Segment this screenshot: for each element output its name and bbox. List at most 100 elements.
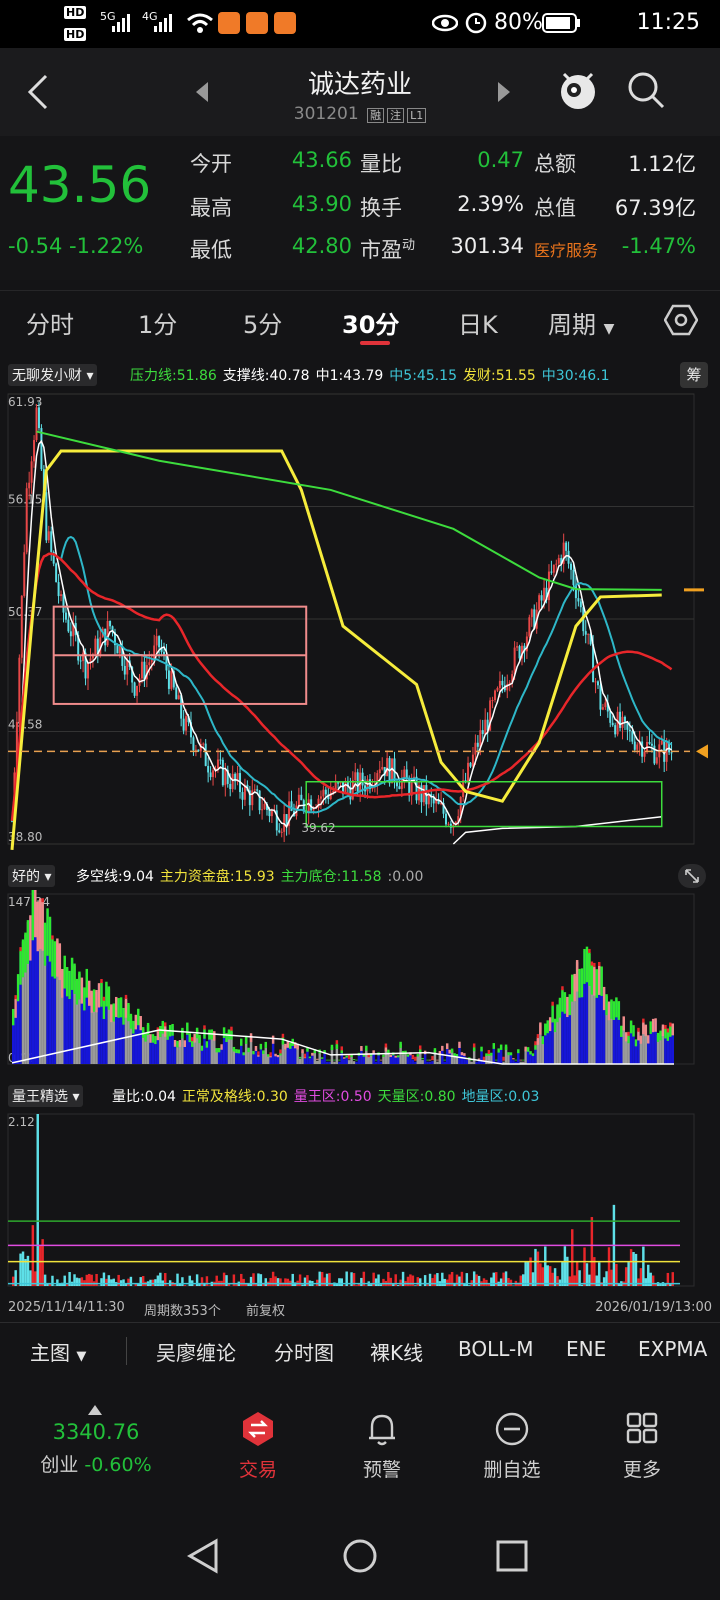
fund-bar-top	[463, 1053, 466, 1056]
settings-hexagon-icon[interactable]	[663, 303, 699, 341]
index-change: -0.60%	[84, 1454, 152, 1476]
volume-bar	[107, 1275, 111, 1286]
volume-bar	[276, 1278, 280, 1286]
candle-body	[300, 794, 303, 801]
fund-bar-top	[343, 1057, 346, 1059]
mascot-icon[interactable]	[556, 68, 600, 116]
fund-bar-cap	[597, 961, 601, 966]
fund-bar-top	[48, 916, 52, 962]
fund-bar-top	[497, 1048, 500, 1053]
expand-icon[interactable]	[678, 864, 706, 888]
nav-home-icon[interactable]	[342, 1538, 378, 1578]
tab-30min[interactable]: 30分	[342, 305, 399, 340]
tab-5min[interactable]: 5分	[243, 305, 282, 340]
next-stock-icon[interactable]	[496, 82, 510, 106]
fund-bar-top	[65, 967, 69, 997]
fund-bar-top	[12, 1008, 15, 1026]
fund-bar-base	[279, 1054, 282, 1064]
toolbar-item-expma[interactable]: EXPMA	[638, 1337, 707, 1361]
tab-1min[interactable]: 1分	[138, 305, 177, 340]
tab-daily-k[interactable]: 日K	[458, 305, 498, 340]
fund-bar-top	[656, 1032, 660, 1042]
fund-bar-base	[507, 1054, 510, 1064]
indicator-value: 天量区:0.80	[377, 1089, 456, 1105]
toolbar-item-boll[interactable]: BOLL-M	[458, 1337, 534, 1361]
index-value[interactable]: 3340.76	[36, 1420, 156, 1444]
fund-bar-cap	[100, 978, 103, 983]
indicator-value: 主力资金盘:15.93	[159, 869, 275, 885]
fund-bar-base	[382, 1056, 385, 1064]
toolbar-item-chanlun[interactable]: 吴廖缠论	[156, 1337, 236, 1366]
fund-bar-cap	[536, 1034, 540, 1039]
fund-bar-top	[237, 1049, 241, 1054]
candle-body	[361, 772, 364, 786]
candle-body	[212, 770, 215, 778]
nav-back-icon[interactable]	[186, 1538, 220, 1578]
fund-bar-top	[171, 1023, 174, 1036]
fund-bar-top	[551, 1004, 554, 1023]
fund-bar-top	[597, 964, 601, 995]
nav-more[interactable]: 更多	[582, 1410, 702, 1482]
candle-body	[650, 743, 653, 746]
nav-recents-icon[interactable]	[496, 1540, 528, 1576]
volume-bar	[458, 1276, 461, 1286]
fund-bar-base	[411, 1059, 415, 1064]
tab-period[interactable]: 周期 ▼	[548, 305, 614, 340]
fund-bar-top	[571, 974, 574, 1002]
nav-trade[interactable]: 交易	[198, 1410, 318, 1482]
candle-body	[221, 759, 224, 786]
sub2-volume-chart[interactable]: 2.12	[0, 1110, 720, 1296]
sub2-indicator-select[interactable]: 量王精选 ▾	[8, 1085, 84, 1107]
fund-bar-top	[92, 989, 96, 1012]
main-price-chart[interactable]: 61.9356.1550.3744.5838.8039.62	[0, 388, 720, 850]
index-summary[interactable]: 创业 -0.60%	[30, 1450, 162, 1477]
fund-bar-top	[531, 1053, 535, 1057]
fund-bar-top	[186, 1022, 189, 1035]
fund-bar-top	[75, 978, 79, 1005]
candle-body	[660, 740, 663, 745]
toolbar-item-naked-k[interactable]: 裸K线	[370, 1337, 423, 1366]
system-nav-bar	[0, 1520, 720, 1600]
quote-panel: 43.56 -0.54 -1.22% 今开 43.66 量比 0.47 总额 1.12亿最…	[0, 136, 720, 280]
tab-timeshare[interactable]: 分时	[26, 305, 74, 340]
fund-bar-cap	[384, 1043, 388, 1048]
fund-bar-top	[289, 1042, 292, 1049]
volume-bar	[338, 1278, 341, 1286]
fund-bar-top	[664, 1027, 667, 1039]
fund-bar-top	[365, 1045, 368, 1051]
nav-remove-watchlist[interactable]: 删自选	[452, 1410, 572, 1482]
main-chart-menu[interactable]: 主图 ▼	[30, 1337, 86, 1366]
tag-note: 注	[387, 108, 405, 123]
nav-alert[interactable]: 预警	[322, 1410, 442, 1482]
toolbar-item-ene[interactable]: ENE	[566, 1337, 606, 1361]
chevron-up-icon[interactable]	[88, 1400, 102, 1419]
main-indicator-select[interactable]: 无聊发小财 ▾	[8, 364, 98, 386]
chip-button[interactable]: 筹	[680, 362, 708, 388]
fund-bar-top	[637, 1030, 640, 1041]
fund-bar-top	[593, 965, 596, 996]
candle-body	[491, 700, 494, 702]
fund-bar-base	[328, 1061, 331, 1064]
toolbar-item-timeshare[interactable]: 分时图	[274, 1337, 334, 1366]
volume-bar	[445, 1279, 449, 1286]
volume-bar	[279, 1278, 282, 1286]
fund-bar-base	[379, 1061, 383, 1064]
fund-bar-top	[205, 1041, 209, 1048]
indicator-value: 压力线:51.86	[130, 368, 217, 384]
fund-bar-top	[485, 1053, 488, 1057]
fund-bar-top	[249, 1033, 253, 1043]
indicator-value: 量王区:0.50	[293, 1089, 372, 1105]
sub1-indicator-select[interactable]: 好的 ▾	[8, 865, 56, 887]
fund-bar-base	[311, 1054, 314, 1064]
candle-body	[30, 461, 33, 483]
search-icon[interactable]	[626, 70, 666, 114]
fund-bar-top	[338, 1059, 341, 1061]
fund-bar-top	[509, 1052, 513, 1056]
fund-bar-top	[264, 1041, 267, 1049]
sub1-fund-chart[interactable]: 147.340.00	[0, 890, 720, 1076]
fund-bar-top	[252, 1050, 255, 1055]
volume-bar	[117, 1274, 120, 1286]
volume-bar	[583, 1247, 586, 1286]
volume-bar	[242, 1278, 245, 1286]
volume-bar	[642, 1246, 645, 1286]
